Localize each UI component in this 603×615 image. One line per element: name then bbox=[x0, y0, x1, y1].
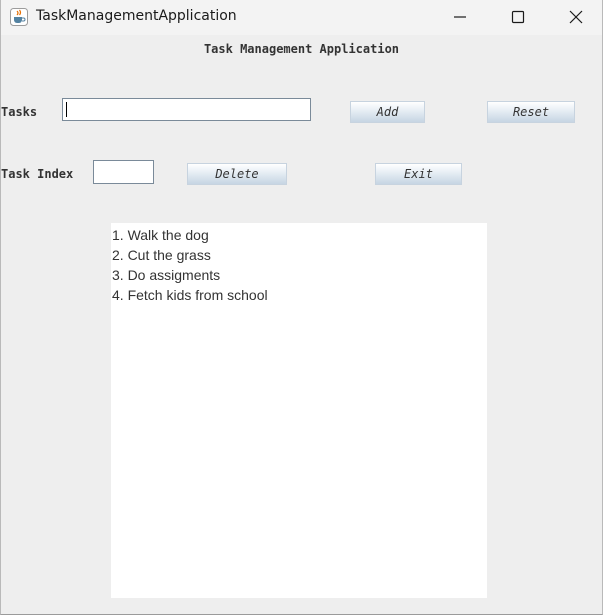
task-index-label: Task Index bbox=[1, 167, 74, 181]
delete-button[interactable]: Delete bbox=[187, 163, 287, 185]
page-title: Task Management Application bbox=[203, 42, 400, 56]
title-bar[interactable]: TaskManagementApplication bbox=[1, 0, 602, 35]
minimize-icon bbox=[454, 16, 466, 18]
java-cup-icon bbox=[10, 8, 28, 26]
list-item: 2. Cut the grass bbox=[112, 247, 211, 263]
close-icon bbox=[569, 10, 583, 24]
reset-button[interactable]: Reset bbox=[487, 101, 575, 123]
exit-button[interactable]: Exit bbox=[375, 163, 462, 185]
tasks-label: Tasks bbox=[1, 105, 38, 119]
close-button[interactable] bbox=[553, 0, 599, 35]
task-index-input[interactable] bbox=[93, 160, 154, 184]
task-list-area[interactable]: 1. Walk the dog 2. Cut the grass 3. Do a… bbox=[111, 223, 487, 598]
app-window: TaskManagementApplication Task Managemen… bbox=[0, 0, 603, 615]
minimize-button[interactable] bbox=[437, 0, 483, 35]
list-item: 3. Do assigments bbox=[112, 267, 221, 283]
list-item: 4. Fetch kids from school bbox=[112, 287, 268, 303]
task-input[interactable] bbox=[62, 98, 311, 121]
window-title: TaskManagementApplication bbox=[36, 8, 237, 24]
maximize-icon bbox=[511, 10, 525, 24]
list-item: 1. Walk the dog bbox=[112, 227, 209, 243]
add-button[interactable]: Add bbox=[350, 101, 425, 123]
maximize-button[interactable] bbox=[495, 0, 541, 35]
